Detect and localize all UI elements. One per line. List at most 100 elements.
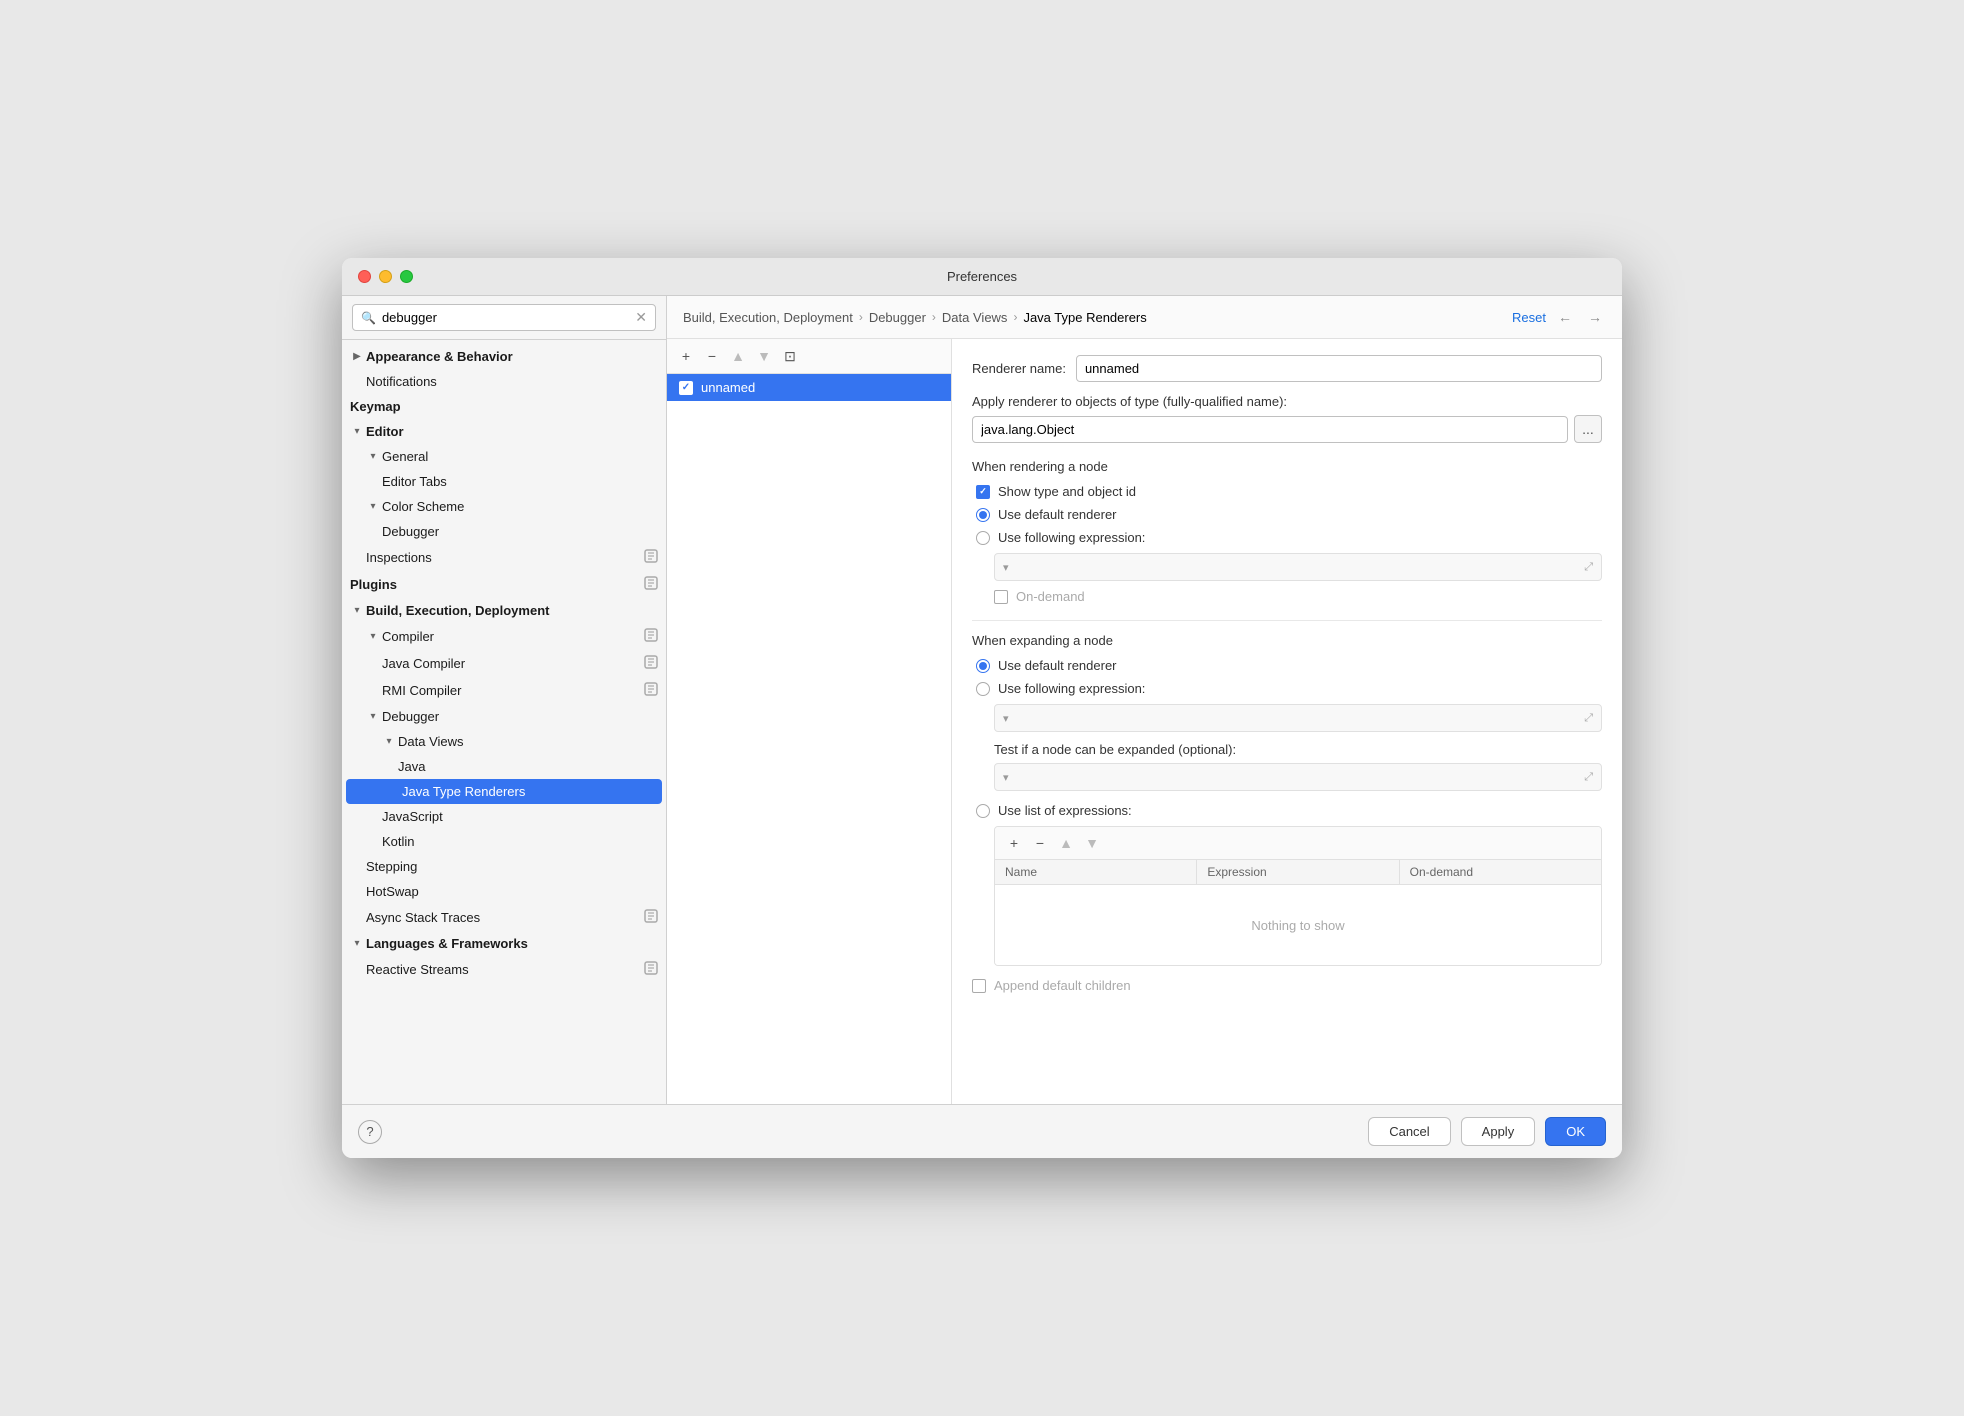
sidebar-item-label: Java Type Renderers: [402, 784, 525, 799]
remove-renderer-button[interactable]: −: [701, 345, 723, 367]
help-button[interactable]: ?: [358, 1120, 382, 1144]
sidebar-item-rmi-compiler[interactable]: RMI Compiler: [342, 677, 666, 704]
search-input[interactable]: [382, 310, 629, 325]
sidebar-item-label: Reactive Streams: [366, 962, 469, 977]
sidebar-item-editor-tabs[interactable]: Editor Tabs: [342, 469, 666, 494]
compiler-badge: [644, 628, 658, 645]
table-remove-button[interactable]: −: [1029, 832, 1051, 854]
breadcrumb-item-4: Java Type Renderers: [1023, 310, 1146, 325]
use-following-expression-expanding-radio[interactable]: [976, 682, 990, 696]
cancel-button[interactable]: Cancel: [1368, 1117, 1450, 1146]
sidebar-item-label: Editor: [366, 424, 404, 439]
table-down-button[interactable]: ▼: [1081, 832, 1103, 854]
expand-icon-expanding[interactable]: ⤢: [1584, 712, 1593, 725]
col-name: Name: [995, 860, 1197, 884]
chevron-icon: ▾: [350, 604, 364, 618]
sidebar-item-reactive-streams[interactable]: Reactive Streams: [342, 956, 666, 983]
minimize-button[interactable]: [379, 270, 392, 283]
close-button[interactable]: [358, 270, 371, 283]
renderer-list: ✓ unnamed: [667, 374, 951, 1104]
list-item[interactable]: ✓ unnamed: [667, 374, 951, 401]
sidebar-item-stepping[interactable]: Stepping: [342, 854, 666, 879]
breadcrumb-sep-1: ›: [859, 310, 863, 324]
search-icon: 🔍: [361, 311, 376, 325]
reset-button[interactable]: Reset: [1512, 310, 1546, 325]
expression-dropdown-expanding[interactable]: ▾: [1003, 712, 1009, 725]
java-compiler-badge: [644, 655, 658, 672]
search-clear-icon[interactable]: ✕: [635, 309, 647, 326]
sidebar-item-label: Appearance & Behavior: [366, 349, 513, 364]
sidebar-item-languages-frameworks[interactable]: ▾ Languages & Frameworks: [342, 931, 666, 956]
sidebar-item-debugger[interactable]: ▾ Debugger: [342, 704, 666, 729]
back-button[interactable]: ←: [1554, 306, 1576, 328]
fq-name-input[interactable]: [972, 416, 1568, 443]
add-renderer-button[interactable]: +: [675, 345, 697, 367]
sidebar-item-color-scheme[interactable]: ▾ Color Scheme: [342, 494, 666, 519]
sidebar-item-label: Kotlin: [382, 834, 415, 849]
table-up-button[interactable]: ▲: [1055, 832, 1077, 854]
sidebar-item-compiler[interactable]: ▾ Compiler: [342, 623, 666, 650]
sidebar-item-javascript[interactable]: JavaScript: [342, 804, 666, 829]
sidebar-item-label: Async Stack Traces: [366, 910, 480, 925]
when-expanding-title: When expanding a node: [972, 633, 1602, 648]
breadcrumb-item-1: Build, Execution, Deployment: [683, 310, 853, 325]
sidebar-item-label: Data Views: [398, 734, 464, 749]
zoom-button[interactable]: [400, 270, 413, 283]
chevron-icon: ▶: [350, 350, 364, 364]
sidebar-item-data-views[interactable]: ▾ Data Views: [342, 729, 666, 754]
use-default-renderer-expanding-row: Use default renderer: [972, 658, 1602, 673]
forward-button[interactable]: →: [1584, 306, 1606, 328]
use-following-expression-rendering-radio[interactable]: [976, 531, 990, 545]
renderer-name-input[interactable]: [1076, 355, 1602, 382]
sidebar-item-async-stack-traces[interactable]: Async Stack Traces: [342, 904, 666, 931]
item-checkbox[interactable]: ✓: [679, 381, 693, 395]
plugins-badge: [644, 576, 658, 593]
sidebar-item-general[interactable]: ▾ General: [342, 444, 666, 469]
sidebar-item-build-execution[interactable]: ▾ Build, Execution, Deployment: [342, 598, 666, 623]
sidebar-item-notifications[interactable]: Notifications: [342, 369, 666, 394]
test-node-dropdown[interactable]: ▾: [1003, 771, 1009, 784]
show-type-checkbox[interactable]: ✓: [976, 485, 990, 499]
sidebar-item-java-type-renderers[interactable]: Java Type Renderers: [346, 779, 662, 804]
sidebar-item-inspections[interactable]: Inspections: [342, 544, 666, 571]
sidebar-item-editor[interactable]: ▾ Editor: [342, 419, 666, 444]
use-default-renderer-expanding-label: Use default renderer: [998, 658, 1117, 673]
inspections-badge: [644, 549, 658, 566]
move-up-button[interactable]: ▲: [727, 345, 749, 367]
on-demand-rendering-label: On-demand: [1016, 589, 1085, 604]
sidebar-item-label: Notifications: [366, 374, 437, 389]
use-default-renderer-rendering-radio[interactable]: [976, 508, 990, 522]
sidebar-item-java-compiler[interactable]: Java Compiler: [342, 650, 666, 677]
expand-icon-rendering[interactable]: ⤢: [1584, 561, 1593, 574]
sidebar-item-label: Editor Tabs: [382, 474, 447, 489]
sidebar-item-debugger-color[interactable]: Debugger: [342, 519, 666, 544]
sidebar-item-hotswap[interactable]: HotSwap: [342, 879, 666, 904]
test-node-expand-icon[interactable]: ⤢: [1584, 771, 1593, 784]
expressions-table: + − ▲ ▼ Name Expression On-demand Nothin…: [994, 826, 1602, 966]
sidebar-item-keymap[interactable]: Keymap: [342, 394, 666, 419]
apply-button[interactable]: Apply: [1461, 1117, 1536, 1146]
fq-browse-button[interactable]: ...: [1574, 415, 1602, 443]
sidebar-item-label: Build, Execution, Deployment: [366, 603, 549, 618]
sidebar-item-java[interactable]: Java: [342, 754, 666, 779]
ok-button[interactable]: OK: [1545, 1117, 1606, 1146]
table-add-button[interactable]: +: [1003, 832, 1025, 854]
test-node-label-row: Test if a node can be expanded (optional…: [994, 742, 1602, 757]
sidebar-item-label: Keymap: [350, 399, 401, 414]
sidebar-item-plugins[interactable]: Plugins: [342, 571, 666, 598]
sidebar-item-kotlin[interactable]: Kotlin: [342, 829, 666, 854]
expression-dropdown-rendering[interactable]: ▾: [1003, 561, 1009, 574]
sidebar-item-label: Java Compiler: [382, 656, 465, 671]
sidebar-item-appearance-behavior[interactable]: ▶ Appearance & Behavior: [342, 344, 666, 369]
on-demand-rendering-row: On-demand: [994, 589, 1602, 604]
use-list-expressions-radio[interactable]: [976, 804, 990, 818]
move-down-button[interactable]: ▼: [753, 345, 775, 367]
use-default-renderer-expanding-radio[interactable]: [976, 659, 990, 673]
window-title: Preferences: [947, 269, 1017, 284]
renderer-name-row: Renderer name:: [972, 355, 1602, 382]
on-demand-rendering-checkbox[interactable]: [994, 590, 1008, 604]
append-default-children-checkbox[interactable]: [972, 979, 986, 993]
expressions-table-header: Name Expression On-demand: [995, 860, 1601, 885]
test-node-label: Test if a node can be expanded (optional…: [994, 742, 1236, 757]
copy-renderer-button[interactable]: ⊡: [779, 345, 801, 367]
